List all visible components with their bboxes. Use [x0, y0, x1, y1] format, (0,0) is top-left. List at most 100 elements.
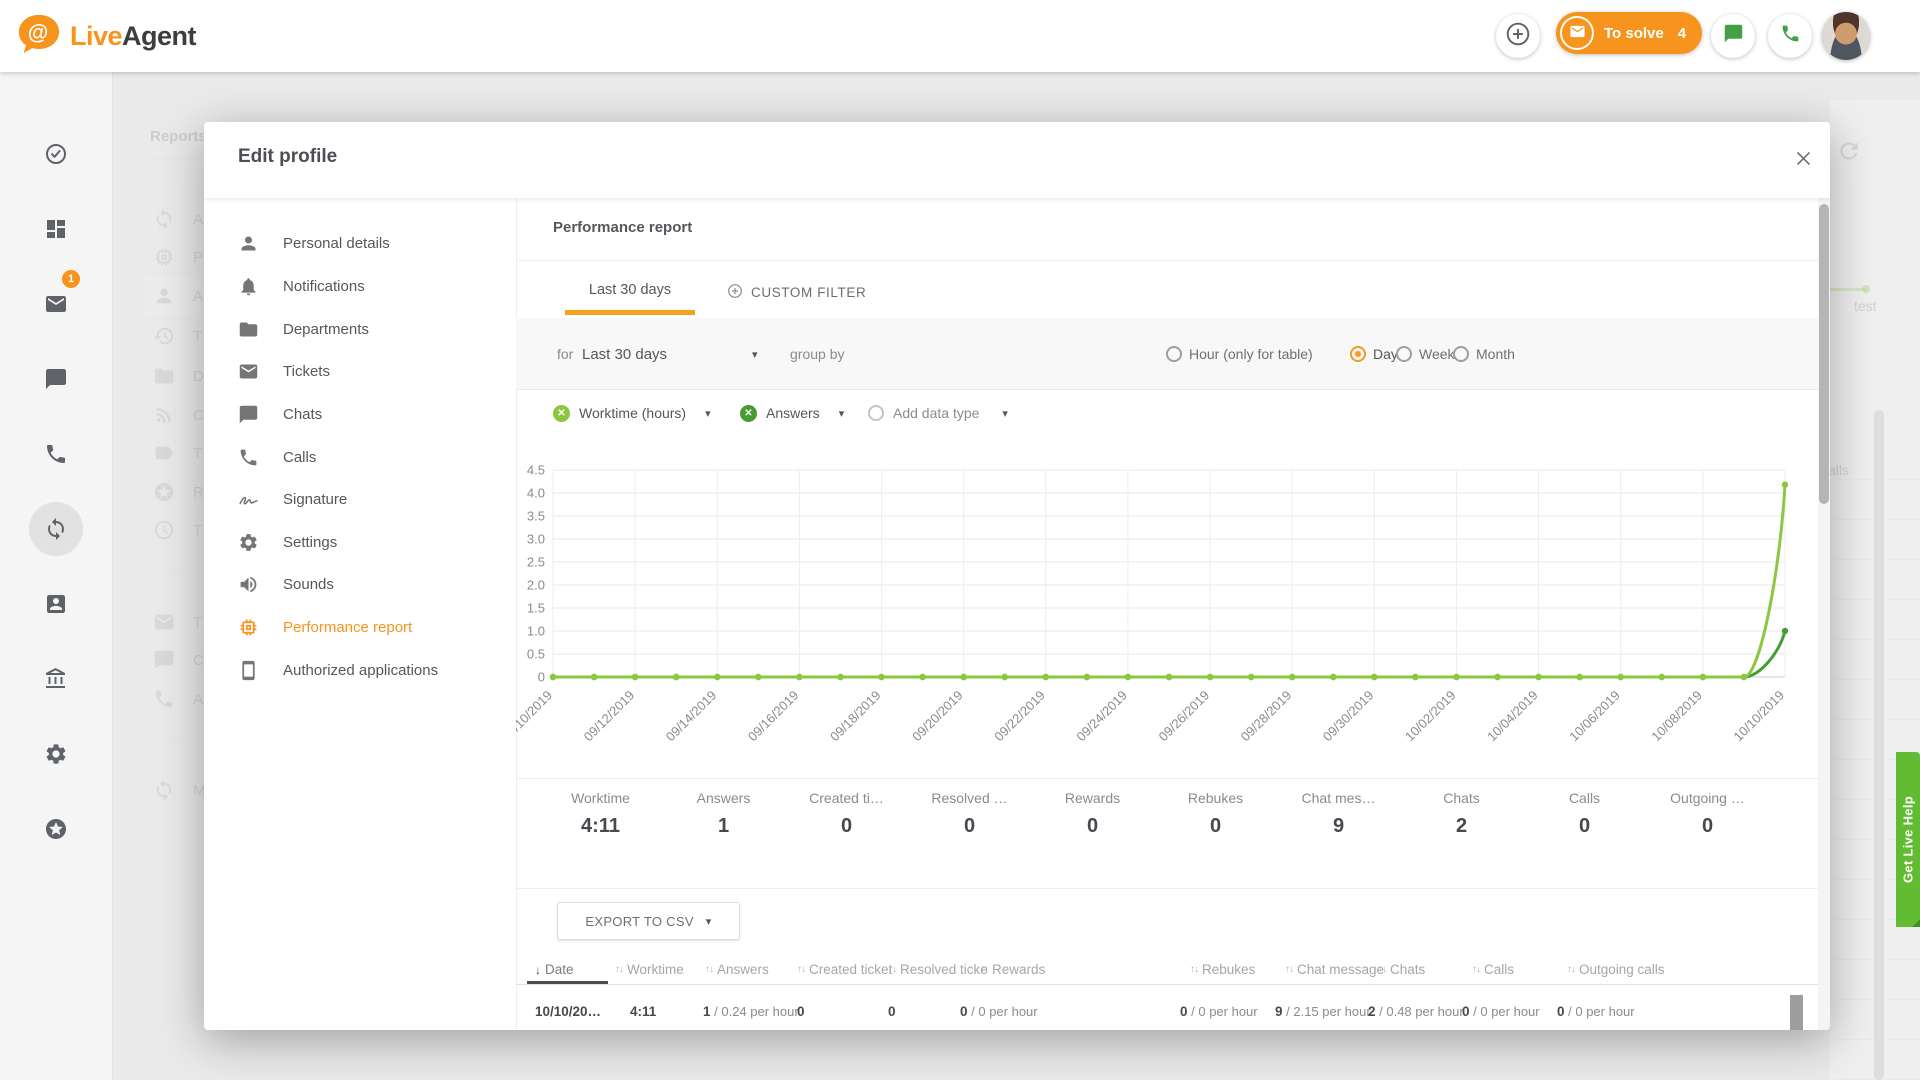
- sidebar-item-dashboard[interactable]: [29, 202, 83, 256]
- profile-menu-item-signature[interactable]: Signature: [224, 481, 504, 517]
- tab-last-30-days[interactable]: Last 30 days: [565, 282, 695, 298]
- table-cell: 0 / 0 per hour: [1557, 1004, 1635, 1019]
- svg-text:09/20/2019: 09/20/2019: [909, 688, 966, 745]
- modal-title: Edit profile: [238, 146, 337, 168]
- table-cell: 4:11: [630, 1004, 656, 1019]
- sidebar-item-loop[interactable]: [29, 502, 83, 556]
- get-live-help-tab[interactable]: Get Live Help: [1896, 752, 1920, 927]
- chevron-down-icon: ▾: [705, 407, 711, 420]
- sidebar-item-gear[interactable]: [29, 727, 83, 781]
- section-title: Performance report: [553, 219, 692, 236]
- svg-text:2.5: 2.5: [527, 555, 545, 570]
- remove-series-icon[interactable]: ✕: [553, 405, 570, 422]
- profile-menu-item-notifications[interactable]: Notifications: [224, 268, 504, 304]
- svg-text:0: 0: [538, 670, 545, 685]
- close-icon[interactable]: [1790, 148, 1816, 174]
- performance-line-chart: 00.51.01.52.02.53.03.54.04.509/10/201909…: [516, 462, 1816, 788]
- column-header-rebukes[interactable]: ↑↓Rebukes: [1190, 962, 1255, 977]
- svg-text:0.5: 0.5: [527, 647, 545, 662]
- app-logo: @ LiveAgent: [16, 12, 196, 61]
- column-header-date[interactable]: ↓Date: [535, 962, 574, 977]
- column-header-chats[interactable]: ↑↓Chats: [1378, 962, 1425, 977]
- sidebar-item-check-circle[interactable]: [29, 127, 83, 181]
- column-header-worktime[interactable]: ↑↓Worktime: [615, 962, 684, 977]
- table-cell: 0 / 0 per hour: [1180, 1004, 1258, 1019]
- group-by-option-week[interactable]: Week: [1396, 318, 1455, 390]
- bell-icon: [238, 276, 259, 297]
- group-by-option-month[interactable]: Month: [1453, 318, 1515, 390]
- add-new-button[interactable]: [1496, 14, 1540, 58]
- profile-menu-item-sounds[interactable]: Sounds: [224, 566, 504, 602]
- sidebar-item-call[interactable]: [29, 427, 83, 481]
- remove-series-icon[interactable]: ✕: [740, 405, 757, 422]
- calls-status-button[interactable]: [1768, 14, 1812, 58]
- range-dropdown-value[interactable]: Last 30 days: [582, 318, 667, 390]
- sort-desc-icon: ↓: [535, 963, 541, 977]
- sidebar-item-chat[interactable]: [29, 352, 83, 406]
- chevron-down-icon: ▾: [1002, 407, 1008, 420]
- stat-rebukes: Rebukes0: [1154, 790, 1277, 838]
- sidebar-item-star-circle[interactable]: [29, 802, 83, 856]
- stat-calls: Calls0: [1523, 790, 1646, 838]
- sort-icon: ↑↓: [1378, 964, 1386, 975]
- column-header-chat-message[interactable]: ↑↓Chat message: [1285, 962, 1384, 977]
- radio-icon: [1396, 346, 1412, 362]
- chevron-down-icon[interactable]: ▾: [752, 318, 758, 390]
- profile-menu-item-authorized-applications[interactable]: Authorized applications: [224, 652, 504, 688]
- group-by-option-day[interactable]: Day: [1350, 318, 1398, 390]
- svg-text:10/04/2019: 10/04/2019: [1484, 688, 1541, 745]
- svg-text:1.5: 1.5: [527, 601, 545, 616]
- column-header-outgoing-calls[interactable]: ↑↓Outgoing calls: [1567, 962, 1665, 977]
- table-cell: 0: [797, 1004, 805, 1019]
- svg-text:09/18/2019: 09/18/2019: [827, 688, 884, 745]
- export-to-csv-button[interactable]: EXPORT TO CSV ▾: [557, 902, 740, 940]
- stat-rewards: Rewards0: [1031, 790, 1154, 838]
- sidebar-item-contact-card[interactable]: [29, 577, 83, 631]
- divider: [516, 888, 1818, 889]
- svg-text:10/10/2019: 10/10/2019: [1730, 688, 1787, 745]
- mail-icon: [238, 361, 259, 382]
- sidebar-item-academy[interactable]: [29, 652, 83, 706]
- person-icon: [238, 233, 259, 254]
- to-solve-button[interactable]: To solve 4: [1556, 12, 1702, 54]
- chevron-down-icon: ▾: [839, 407, 845, 420]
- filter-bar: for Last 30 days ▾ group by Hour (only f…: [516, 318, 1818, 390]
- profile-menu-item-chats[interactable]: Chats: [224, 396, 504, 432]
- column-header-resolved-ticke[interactable]: ↑↓Resolved ticke: [888, 962, 988, 977]
- legend-chip-answers[interactable]: ✕Answers▾: [740, 396, 844, 430]
- chevron-down-icon: ▾: [706, 915, 712, 928]
- svg-text:@: @: [28, 21, 49, 44]
- active-tab-indicator: [565, 310, 695, 315]
- profile-menu-item-personal-details[interactable]: Personal details: [224, 225, 504, 261]
- profile-menu-item-performance-report[interactable]: Performance report: [224, 609, 504, 645]
- svg-text:09/26/2019: 09/26/2019: [1156, 688, 1213, 745]
- svg-text:10/08/2019: 10/08/2019: [1648, 688, 1705, 745]
- chats-status-button[interactable]: [1711, 14, 1755, 58]
- sort-icon: ↑↓: [1285, 964, 1293, 975]
- svg-text:09/22/2019: 09/22/2019: [991, 688, 1048, 745]
- column-header-created-ticket[interactable]: ↑↓Created ticket: [797, 962, 892, 977]
- profile-menu-item-departments[interactable]: Departments: [224, 311, 504, 347]
- svg-text:09/14/2019: 09/14/2019: [663, 688, 720, 745]
- tab-custom-filter[interactable]: CUSTOM FILTER: [727, 283, 866, 302]
- group-by-option-hour[interactable]: Hour (only for table): [1166, 318, 1313, 390]
- table-scrollbar-thumb[interactable]: [1790, 995, 1803, 1030]
- column-header-rewards[interactable]: ↑↓Rewards: [980, 962, 1045, 977]
- svg-text:4.0: 4.0: [527, 486, 545, 501]
- svg-text:4.5: 4.5: [527, 463, 545, 478]
- legend-chip-worktime[interactable]: ✕Worktime (hours)▾: [553, 396, 711, 430]
- modal-scrollbar-thumb[interactable]: [1819, 204, 1829, 504]
- column-header-answers[interactable]: ↑↓Answers: [705, 962, 769, 977]
- profile-menu-item-settings[interactable]: Settings: [224, 524, 504, 560]
- gear-icon: [238, 532, 259, 553]
- avatar[interactable]: [1822, 12, 1870, 60]
- stat-worktime: Worktime4:11: [539, 790, 662, 838]
- profile-menu-item-tickets[interactable]: Tickets: [224, 353, 504, 389]
- sidebar-item-mail[interactable]: 1: [29, 277, 83, 331]
- svg-text:10/06/2019: 10/06/2019: [1566, 688, 1623, 745]
- column-header-calls[interactable]: ↑↓Calls: [1472, 962, 1514, 977]
- app-logo-text: LiveAgent: [70, 21, 196, 52]
- profile-menu-item-calls[interactable]: Calls: [224, 439, 504, 475]
- main-sidebar: 1: [0, 72, 113, 1080]
- add-data-type-option[interactable]: Add data type ▾: [868, 396, 1008, 430]
